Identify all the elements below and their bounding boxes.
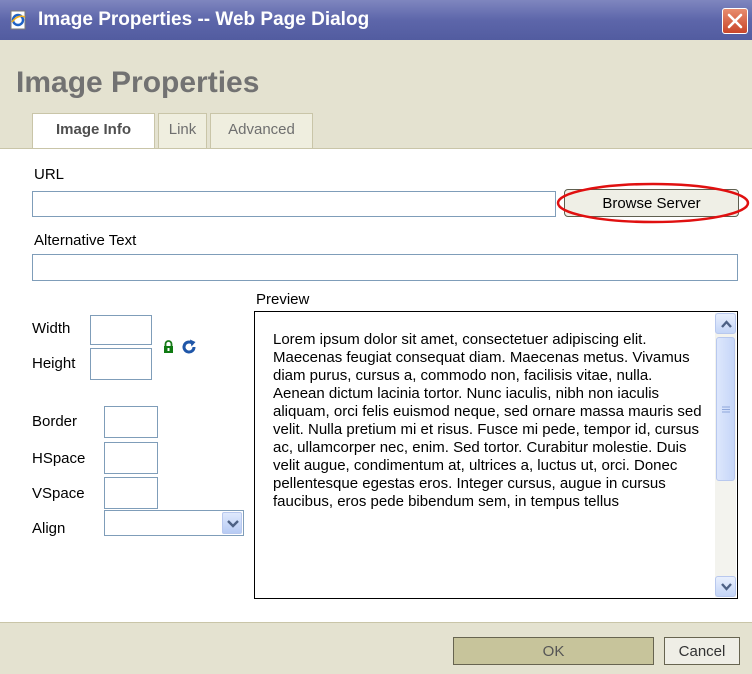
grip-icon: [722, 406, 730, 413]
scroll-down-button[interactable]: [715, 576, 736, 597]
tab-link[interactable]: Link: [158, 113, 207, 148]
align-select[interactable]: [104, 510, 244, 536]
title-bar[interactable]: Image Properties -- Web Page Dialog: [0, 0, 752, 40]
chevron-up-icon: [721, 320, 732, 328]
width-input[interactable]: [90, 315, 152, 345]
alt-text-input[interactable]: [32, 254, 738, 281]
reset-size-icon[interactable]: [181, 339, 197, 355]
dialog-window: Image Properties -- Web Page Dialog Imag…: [0, 0, 752, 674]
chevron-down-icon: [721, 583, 732, 591]
preview-text: Lorem ipsum dolor sit amet, consectetuer…: [273, 331, 702, 510]
height-label: Height: [32, 355, 76, 372]
tab-advanced[interactable]: Advanced: [210, 113, 313, 148]
preview-pane[interactable]: Lorem ipsum dolor sit amet, consectetuer…: [254, 311, 738, 599]
lock-ratio-icon[interactable]: [163, 340, 174, 353]
hspace-label: HSpace: [32, 450, 86, 467]
alt-text-label: Alternative Text: [34, 232, 137, 249]
ok-button[interactable]: OK: [453, 637, 654, 665]
url-label: URL: [34, 166, 65, 183]
align-dropdown-button[interactable]: [222, 512, 242, 534]
align-label: Align: [32, 520, 66, 537]
border-input[interactable]: [104, 406, 158, 438]
border-label: Border: [32, 413, 78, 430]
browse-server-button[interactable]: Browse Server: [564, 189, 739, 217]
tab-image-info[interactable]: Image Info: [32, 113, 155, 149]
vspace-input[interactable]: [104, 477, 158, 509]
scroll-up-button[interactable]: [715, 313, 736, 334]
vspace-label: VSpace: [32, 485, 85, 502]
chevron-down-icon: [227, 520, 239, 528]
page-title: Image Properties: [16, 66, 260, 99]
close-icon: [727, 13, 743, 29]
hspace-input[interactable]: [104, 442, 158, 474]
preview-scrollbar[interactable]: [715, 313, 736, 597]
scroll-thumb[interactable]: [716, 337, 735, 481]
ie-page-icon: [10, 10, 26, 30]
width-label: Width: [32, 320, 71, 337]
height-input[interactable]: [90, 348, 152, 380]
preview-label: Preview: [256, 291, 310, 308]
close-button[interactable]: [722, 8, 748, 34]
cancel-button[interactable]: Cancel: [664, 637, 740, 665]
window-title: Image Properties -- Web Page Dialog: [38, 9, 370, 30]
url-input[interactable]: [32, 191, 556, 217]
